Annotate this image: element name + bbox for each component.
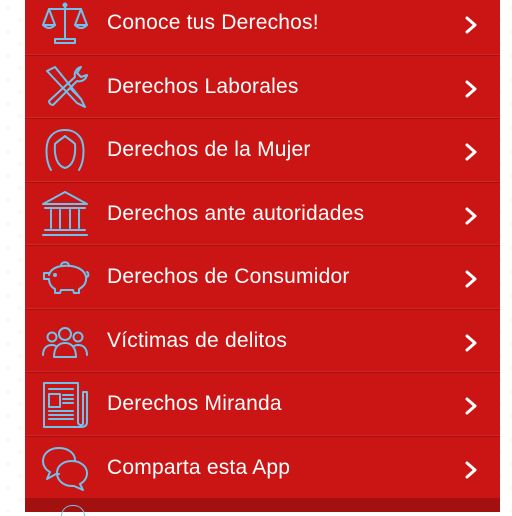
chevron-right-icon xyxy=(465,270,477,288)
woman-icon xyxy=(39,124,91,176)
menu-item-label: Derechos de Consumidor xyxy=(107,265,350,289)
menu-item-label: Derechos de la Mujer xyxy=(107,138,311,162)
tools-icon xyxy=(39,61,91,113)
menu-item-conoce-tus-derechos[interactable]: Conoce tus Derechos! xyxy=(25,0,500,56)
newspaper-icon xyxy=(39,378,91,430)
menu-item-label: Conoce tus Derechos! xyxy=(107,11,319,35)
menu-item-label: Comparta esta App xyxy=(107,455,291,479)
menu-item-victimas-de-delitos[interactable]: Víctimas de delitos xyxy=(25,310,500,373)
chevron-right-icon xyxy=(465,207,477,225)
chevron-right-icon xyxy=(465,16,477,34)
partial-icon xyxy=(61,505,85,516)
chevron-right-icon xyxy=(465,334,477,352)
menu-item-derechos-miranda[interactable]: Derechos Miranda xyxy=(25,373,500,437)
courthouse-icon xyxy=(39,188,91,240)
chevron-right-icon xyxy=(465,80,477,98)
main-menu: Conoce tus Derechos! Derechos Laborales … xyxy=(25,0,500,500)
menu-item-derechos-de-consumidor[interactable]: Derechos de Consumidor xyxy=(25,246,500,310)
menu-item-label: Derechos ante autoridades xyxy=(107,201,365,225)
scales-icon xyxy=(39,0,91,49)
group-icon xyxy=(39,315,91,367)
chevron-right-icon xyxy=(465,143,477,161)
menu-item-derechos-laborales[interactable]: Derechos Laborales xyxy=(25,56,500,119)
menu-item-label: Derechos Laborales xyxy=(107,74,299,98)
chat-bubbles-icon xyxy=(39,442,91,494)
menu-item-derechos-ante-autoridades[interactable]: Derechos ante autoridades xyxy=(25,183,500,246)
menu-item-label: Derechos Miranda xyxy=(107,392,282,416)
chevron-right-icon xyxy=(465,461,477,479)
menu-item-label: Víctimas de delitos xyxy=(107,328,288,352)
menu-item-derechos-de-la-mujer[interactable]: Derechos de la Mujer xyxy=(25,119,500,183)
chevron-right-icon xyxy=(465,397,477,415)
menu-item-partial[interactable] xyxy=(25,498,500,516)
piggy-bank-icon xyxy=(39,251,91,303)
menu-item-comparta-esta-app[interactable]: Comparta esta App xyxy=(25,437,500,500)
